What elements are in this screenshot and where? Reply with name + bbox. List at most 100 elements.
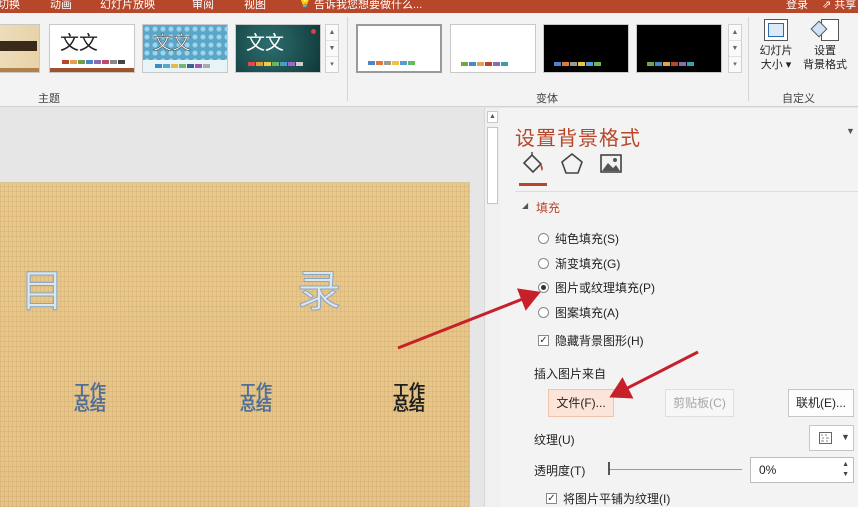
variant-black-1[interactable]	[543, 24, 629, 73]
scroll-up-icon[interactable]: ▲	[326, 25, 338, 41]
slide-title-char[interactable]: 录	[297, 255, 342, 319]
tell-me-box[interactable]: 告诉我您想要做什么...	[314, 0, 422, 12]
format-background-icon	[810, 19, 839, 41]
customize-group-label: 自定义	[782, 93, 815, 105]
slide-item[interactable]: 工作 总结	[240, 383, 273, 414]
fill-option-label: 图片或纹理填充(P)	[555, 280, 655, 295]
slide-item-line: 总结	[393, 395, 426, 414]
spin-up-icon[interactable]: ▲	[842, 461, 849, 468]
slide-item[interactable]: 工作 总结	[74, 383, 106, 413]
texture-label: 纹理(U)	[534, 433, 575, 447]
fill-option-pattern[interactable]: 图案填充(A)	[538, 304, 619, 320]
transparency-value[interactable]: 0%	[759, 463, 776, 477]
pane-title: 设置背景格式	[515, 126, 641, 150]
insert-from-label: 插入图片来自	[534, 367, 607, 381]
slide-size-label-2: 大小	[760, 59, 783, 71]
slide-size-button[interactable]: 幻灯片 大小 ▾	[751, 19, 801, 72]
transparency-spinner[interactable]: 0% ▲ ▼	[750, 457, 854, 483]
texture-dropdown[interactable]: ▼	[809, 425, 854, 451]
scrollbar-thumb[interactable]	[487, 127, 498, 204]
tab-slideshow[interactable]: 幻灯片放映	[100, 0, 155, 12]
fill-section-title[interactable]: 填充	[536, 199, 560, 216]
fill-icon[interactable]	[520, 152, 546, 176]
variants-group-label: 变体	[536, 93, 558, 105]
radio-button-selected[interactable]	[538, 281, 549, 293]
sign-in-link[interactable]: 登录	[786, 0, 808, 12]
tile-picture-checkbox[interactable]: ✓ 将图片平铺为纹理(I)	[546, 490, 670, 506]
slide-item[interactable]: 工作 总结	[393, 383, 426, 414]
collapse-caret-icon[interactable]: ◢	[522, 201, 528, 210]
themes-group-label: 主题	[38, 93, 60, 105]
pane-divider	[515, 191, 858, 192]
share-icon: ⇗	[822, 0, 832, 11]
ribbon-separator	[347, 17, 348, 101]
pane-options-icon[interactable]: ▼	[846, 126, 855, 136]
transparency-slider-track[interactable]	[610, 469, 742, 470]
effects-pentagon-icon[interactable]	[559, 152, 585, 176]
fill-option-gradient[interactable]: 渐变填充(G)	[538, 255, 620, 271]
picture-icon[interactable]	[598, 152, 624, 176]
theme-wood[interactable]	[0, 24, 40, 73]
chevron-down-icon: ▼	[841, 432, 850, 442]
slide-editing-area: 目 录 工作 总结 工作 总结 工作 总结	[0, 108, 484, 507]
radio-button[interactable]	[538, 306, 549, 318]
scroll-up-icon[interactable]: ▲	[729, 25, 741, 41]
scroll-up-icon[interactable]: ▲	[487, 111, 498, 123]
fill-option-picture-texture[interactable]: 图片或纹理填充(P)	[538, 279, 655, 295]
slide-title-char[interactable]: 目	[20, 255, 65, 319]
scroll-down-icon[interactable]: ▼	[326, 41, 338, 57]
theme-pattern[interactable]: 文文	[142, 24, 228, 73]
spin-down-icon[interactable]: ▼	[842, 471, 849, 478]
theme-thumb-text: 文文	[246, 32, 285, 54]
texture-icon	[819, 432, 832, 444]
scroll-down-icon[interactable]: ▼	[729, 41, 741, 57]
share-label: 共享	[834, 0, 857, 11]
theme-white[interactable]: 文文	[49, 24, 135, 73]
powerpoint-window: 切换 动画 幻灯片放映 审阅 视图 💡 告诉我您想要做什么... 登录 ⇗ 共享…	[0, 0, 858, 507]
design-ribbon: 文文 文文 文文 ▲ ▼ ▾ 主题 ▲ ▼ ▾ 变体 幻灯片 大小 ▾ 设置 背…	[0, 13, 858, 107]
themes-gallery-scroll[interactable]: ▲ ▼ ▾	[325, 24, 339, 73]
slide-scrollbar[interactable]: ▲	[484, 108, 500, 507]
slide[interactable]: 目 录 工作 总结 工作 总结 工作 总结	[0, 182, 470, 507]
slide-size-label-1: 幻灯片	[759, 45, 793, 57]
gallery-more-icon[interactable]: ▾	[729, 57, 741, 73]
checkbox-checked[interactable]: ✓	[546, 492, 557, 504]
checkbox-label: 隐藏背景图形(H)	[555, 333, 644, 348]
ribbon-tab-strip: 切换 动画 幻灯片放映 审阅 视图 💡 告诉我您想要做什么... 登录 ⇗ 共享	[0, 0, 858, 13]
lightbulb-icon: 💡	[298, 0, 312, 9]
slide-item-line: 总结	[240, 395, 273, 414]
fill-option-label: 渐变填充(G)	[555, 256, 621, 271]
format-background-label-1: 设置	[814, 45, 836, 57]
gallery-more-icon[interactable]: ▾	[326, 57, 338, 73]
fill-option-label: 纯色填充(S)	[555, 231, 619, 246]
tab-transitions[interactable]: 切换	[0, 0, 20, 12]
format-background-label-2: 背景格式	[803, 59, 847, 71]
fill-option-solid[interactable]: 纯色填充(S)	[538, 230, 619, 246]
radio-button[interactable]	[538, 232, 549, 244]
transparency-slider-handle[interactable]	[608, 462, 610, 475]
transparency-label: 透明度(T)	[534, 464, 586, 478]
fill-option-label: 图案填充(A)	[555, 305, 619, 320]
variant-black-2[interactable]	[636, 24, 722, 73]
file-button[interactable]: 文件(F)...	[548, 389, 614, 417]
variant-white-2[interactable]	[450, 24, 536, 73]
theme-thumb-text: 文文	[153, 32, 192, 55]
tab-review[interactable]: 审阅	[192, 0, 214, 12]
active-tab-indicator	[519, 183, 547, 186]
tab-animations[interactable]: 动画	[50, 0, 72, 12]
chevron-down-icon: ▾	[785, 59, 792, 71]
checkbox-checked[interactable]: ✓	[538, 334, 549, 346]
format-background-pane: 设置背景格式 ▼ ◢ 填充 纯色填充(S) 渐变填充(G) 图片或纹理填充(P)…	[500, 108, 858, 507]
variants-gallery-scroll[interactable]: ▲ ▼ ▾	[728, 24, 742, 73]
hide-background-graphics-checkbox[interactable]: ✓ 隐藏背景图形(H)	[538, 332, 644, 348]
variant-white-1[interactable]	[356, 24, 442, 73]
slide-size-icon	[762, 19, 790, 41]
theme-teal[interactable]: 文文	[235, 24, 321, 73]
share-button[interactable]: ⇗ 共享	[822, 0, 856, 12]
ribbon-separator	[748, 17, 749, 101]
clipboard-button[interactable]: 剪贴板(C)	[665, 389, 734, 417]
tab-view[interactable]: 视图	[244, 0, 266, 12]
format-background-button[interactable]: 设置 背景格式	[796, 19, 854, 72]
online-button[interactable]: 联机(E)...	[788, 389, 854, 417]
radio-button[interactable]	[538, 257, 549, 269]
